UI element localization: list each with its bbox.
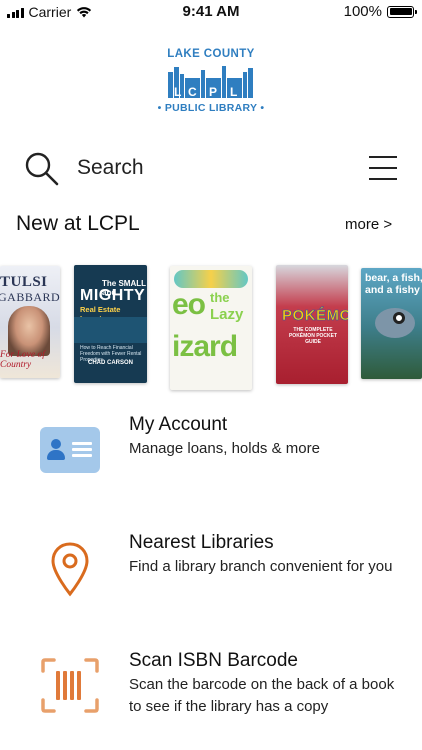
logo-letter-l1: L (174, 85, 181, 98)
book-title: the (210, 290, 230, 305)
book-cover[interactable]: bear, a fish, and a fishy (361, 268, 422, 379)
logo-top-text: LAKE COUNTY (167, 48, 255, 60)
lizard-illustration (174, 270, 248, 288)
book-title: izard (172, 330, 238, 363)
book-title: POKÉMON (282, 307, 348, 325)
my-account-item[interactable]: My Account Manage loans, holds & more (0, 405, 422, 500)
barcode-icon (41, 658, 99, 713)
item-title: Nearest Libraries (129, 532, 274, 553)
book-title: Lazy (210, 306, 244, 323)
logo-letter-l2: L (230, 85, 237, 98)
location-pin-icon (51, 542, 89, 597)
library-logo: LAKE COUNTY L C P L • PUBLIC LIBRARY • (156, 48, 266, 120)
book-title: eo (172, 288, 206, 321)
fish-eye-illustration (393, 312, 405, 324)
id-card-icon (40, 427, 100, 473)
book-title: GABBARD (0, 290, 60, 304)
book-cover[interactable]: eo the Lazy izard (170, 266, 252, 390)
book-subtitle: For Love of Country (0, 350, 45, 370)
book-cover[interactable]: The SMALL and MIGHTY Real Estate Investo… (74, 265, 147, 383)
book-title: MIGHTY (80, 287, 146, 304)
book-cover[interactable]: POKÉMON THE COMPLETE POKÉMON POCKET GUID… (276, 265, 348, 384)
item-subtitle: Find a library branch convenient for you (129, 558, 393, 575)
battery-percent: 100% (343, 3, 382, 20)
nearest-libraries-item[interactable]: Nearest Libraries Find a library branch … (0, 523, 422, 618)
logo-books-icon: L C P L (168, 66, 253, 98)
item-subtitle: Manage loans, holds & more (129, 440, 320, 457)
battery-icon (387, 5, 417, 18)
section-title: New at LCPL (16, 212, 140, 235)
logo-letter-c: C (188, 85, 197, 98)
book-title: bear, a fish, and a fishy (365, 272, 422, 296)
status-bar: Carrier 9:41 AM 100% (0, 0, 422, 24)
book-subtitle: THE COMPLETE POKÉMON POCKET GUIDE (288, 327, 338, 345)
more-link[interactable]: more > (345, 216, 392, 233)
book-author: CHAD CARSON (88, 360, 133, 366)
item-title: Scan ISBN Barcode (129, 650, 298, 671)
book-cover[interactable]: TULSI GABBARD For Love of Country (0, 266, 60, 378)
status-right: 100% (343, 3, 417, 20)
book-cover-band (74, 317, 147, 343)
search-input[interactable]: Search (77, 156, 144, 180)
logo-letter-p: P (209, 85, 217, 98)
item-subtitle: Scan the barcode on the back of a book t… (129, 676, 395, 715)
author-portrait (8, 306, 50, 356)
logo-bottom-text: • PUBLIC LIBRARY • (157, 102, 265, 114)
item-title: My Account (129, 414, 228, 435)
book-title: TULSI (0, 274, 48, 290)
search-icon[interactable] (24, 151, 60, 187)
scan-isbn-item[interactable]: Scan ISBN Barcode Scan the barcode on th… (0, 641, 422, 741)
hamburger-menu-icon[interactable] (369, 155, 397, 181)
